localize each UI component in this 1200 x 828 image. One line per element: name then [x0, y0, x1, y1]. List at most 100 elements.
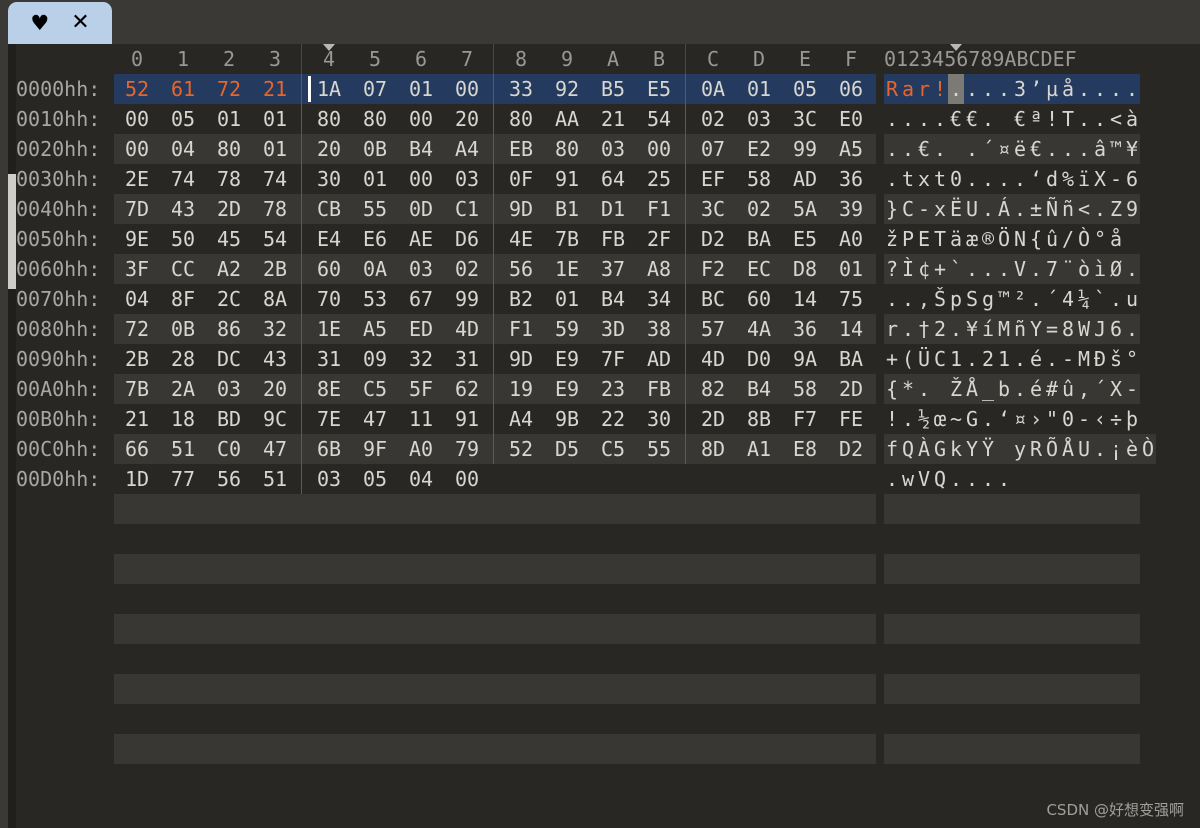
ascii-char-cell[interactable]: ¼ [1076, 284, 1092, 314]
ascii-char-cell[interactable]: V [1012, 254, 1028, 284]
hex-byte-cell[interactable]: E9 [544, 344, 590, 374]
ascii-char-cell[interactable]: Ü [916, 344, 932, 374]
hex-byte-cell[interactable]: 01 [252, 104, 298, 134]
hex-byte-cell[interactable]: 54 [636, 104, 682, 134]
ascii-char-cell[interactable]: . [996, 164, 1012, 194]
hex-byte-cell[interactable]: 8B [736, 404, 782, 434]
ascii-char-cell[interactable]: ´ [1092, 374, 1108, 404]
ascii-char-cell[interactable]: + [884, 344, 900, 374]
hex-byte-cell[interactable]: 03 [736, 104, 782, 134]
hex-byte-cell[interactable]: 33 [498, 74, 544, 104]
hex-byte-cell[interactable]: 2D [206, 194, 252, 224]
ascii-char-cell[interactable]: š [1108, 344, 1124, 374]
ascii-char-cell[interactable]: µ [1044, 74, 1060, 104]
hex-byte-cell[interactable]: 03 [306, 464, 352, 494]
ascii-char-cell[interactable]: S [964, 284, 980, 314]
hex-byte-cell[interactable]: EC [736, 254, 782, 284]
hex-byte-cell[interactable]: E9 [544, 374, 590, 404]
ascii-char-cell[interactable]: . [900, 104, 916, 134]
table-row[interactable]: 00C0hh: 66 51 C0 47 6B 9F A0 79 52 D5 C5 55 8D A1 E8 D2 f… [16, 434, 1200, 464]
ascii-char-cell[interactable]: . [884, 284, 900, 314]
hex-byte-cell[interactable]: 5A [782, 194, 828, 224]
hex-byte-cell[interactable]: 9B [544, 404, 590, 434]
ascii-char-cell[interactable]: ë [1012, 134, 1028, 164]
ascii-char-cell[interactable]: Ø [1108, 254, 1124, 284]
ascii-char-cell[interactable]: ¡ [1108, 434, 1124, 464]
ascii-char-cell[interactable]: ¤ [996, 134, 1012, 164]
hex-byte-cell[interactable]: ED [398, 314, 444, 344]
ascii-char-cell[interactable]: b [996, 374, 1012, 404]
ascii-char-cell[interactable]: . [1092, 434, 1108, 464]
ascii-char-cell[interactable]: ñ [1012, 314, 1028, 344]
ascii-char-cell[interactable]: x [916, 164, 932, 194]
hex-byte-cell[interactable]: 03 [398, 254, 444, 284]
ascii-char-cell[interactable]: r [916, 74, 932, 104]
ascii-char-cell[interactable]: J [1092, 314, 1108, 344]
ascii-char-cell[interactable]: Ð [1092, 344, 1108, 374]
hex-byte-cell[interactable]: 0A [690, 74, 736, 104]
hex-byte-cell[interactable]: 20 [444, 104, 490, 134]
hex-byte-cell[interactable]: D8 [782, 254, 828, 284]
ascii-char-cell[interactable]: ¤ [1012, 404, 1028, 434]
hex-byte-cell[interactable]: 9F [352, 434, 398, 464]
ascii-char-cell[interactable]: . [916, 374, 932, 404]
ascii-char-cell[interactable]: 1 [996, 344, 1012, 374]
ascii-char-cell[interactable]: = [1044, 314, 1060, 344]
ascii-char-cell[interactable]: M [1076, 344, 1092, 374]
ascii-char-cell[interactable]: U [1076, 434, 1092, 464]
ascii-char-cell[interactable]: ™ [996, 284, 1012, 314]
hex-byte-cell[interactable]: 32 [398, 344, 444, 374]
hex-byte-cell[interactable]: F2 [690, 254, 736, 284]
table-row[interactable]: 00D0hh: 1D 77 56 51 03 05 04 00. w V Q.... [16, 464, 1200, 494]
ascii-char-cell[interactable]: à [1124, 104, 1140, 134]
ascii-char-cell[interactable]: â [1092, 134, 1108, 164]
table-row[interactable]: 0080hh: 72 0B 86 32 1E A5 ED 4D F1 59 3D 38 57 4A 36 14 r… [16, 314, 1200, 344]
hex-byte-cell[interactable]: 9A [782, 344, 828, 374]
ascii-char-cell[interactable]: Z [1108, 194, 1124, 224]
hex-byte-cell[interactable]: 62 [444, 374, 490, 404]
ascii-char-cell[interactable]: # [1044, 374, 1060, 404]
ascii-char-cell[interactable]: k [948, 434, 964, 464]
ascii-char-cell[interactable]: * [900, 374, 916, 404]
ascii-char-cell[interactable]: . [1012, 164, 1028, 194]
hex-grid[interactable]: 0 1 2 3 4 5 6 7 8 9 A B C D E F 0123456789ABCDEF 0000hh:… [16, 44, 1200, 828]
vertical-scrollbar-thumb[interactable] [8, 174, 16, 289]
hex-byte-cell[interactable]: 0B [160, 314, 206, 344]
hex-byte-cell[interactable]: 37 [590, 254, 636, 284]
ascii-char-cell[interactable]: ì [1092, 254, 1108, 284]
ascii-char-cell[interactable]: 8 [1060, 314, 1076, 344]
ascii-char-cell[interactable]: . [932, 134, 948, 164]
ascii-char-cell[interactable]: ` [948, 254, 964, 284]
table-row[interactable]: 0010hh: 00 05 01 01 80 80 00 20 80 AA 21 54 02 03 3C E0.… [16, 104, 1200, 134]
ascii-char-cell[interactable]: < [1076, 194, 1092, 224]
ascii-char-cell[interactable]: € [916, 134, 932, 164]
hex-byte-cell[interactable]: 34 [636, 284, 682, 314]
ascii-char-cell[interactable]: . [1108, 284, 1124, 314]
hex-byte-cell[interactable]: 7B [544, 224, 590, 254]
hex-byte-cell[interactable]: 9D [498, 194, 544, 224]
hex-byte-cell[interactable]: E6 [352, 224, 398, 254]
hex-byte-cell[interactable]: 21 [114, 404, 160, 434]
hex-byte-cell[interactable]: AE [398, 224, 444, 254]
ascii-char-cell[interactable]: w [900, 464, 916, 494]
hex-byte-cell[interactable]: 1E [306, 314, 352, 344]
ascii-char-cell[interactable]: ± [1028, 194, 1044, 224]
hex-byte-cell[interactable]: 02 [736, 194, 782, 224]
hex-byte-cell[interactable]: 2B [114, 344, 160, 374]
hex-byte-cell[interactable]: 04 [114, 284, 160, 314]
ascii-char-cell[interactable]: ´ [980, 134, 996, 164]
hex-byte-cell[interactable]: 00 [398, 104, 444, 134]
hex-byte-cell[interactable]: 03 [206, 374, 252, 404]
ascii-char-cell[interactable]: ! [884, 404, 900, 434]
ascii-char-cell[interactable]: é [1028, 374, 1044, 404]
ascii-char-cell[interactable]: Ÿ [980, 434, 996, 464]
ascii-char-cell[interactable]: . [900, 284, 916, 314]
hex-byte-cell[interactable]: 00 [114, 134, 160, 164]
ascii-char-cell[interactable]: Ö [996, 224, 1012, 254]
hex-byte-cell[interactable]: D1 [590, 194, 636, 224]
ascii-char-cell[interactable]: { [1028, 224, 1044, 254]
ascii-char-cell[interactable]: % [1060, 164, 1076, 194]
hex-byte-cell[interactable]: 04 [398, 464, 444, 494]
ascii-char-cell[interactable]: ¥ [964, 314, 980, 344]
hex-byte-cell[interactable]: 4D [690, 344, 736, 374]
